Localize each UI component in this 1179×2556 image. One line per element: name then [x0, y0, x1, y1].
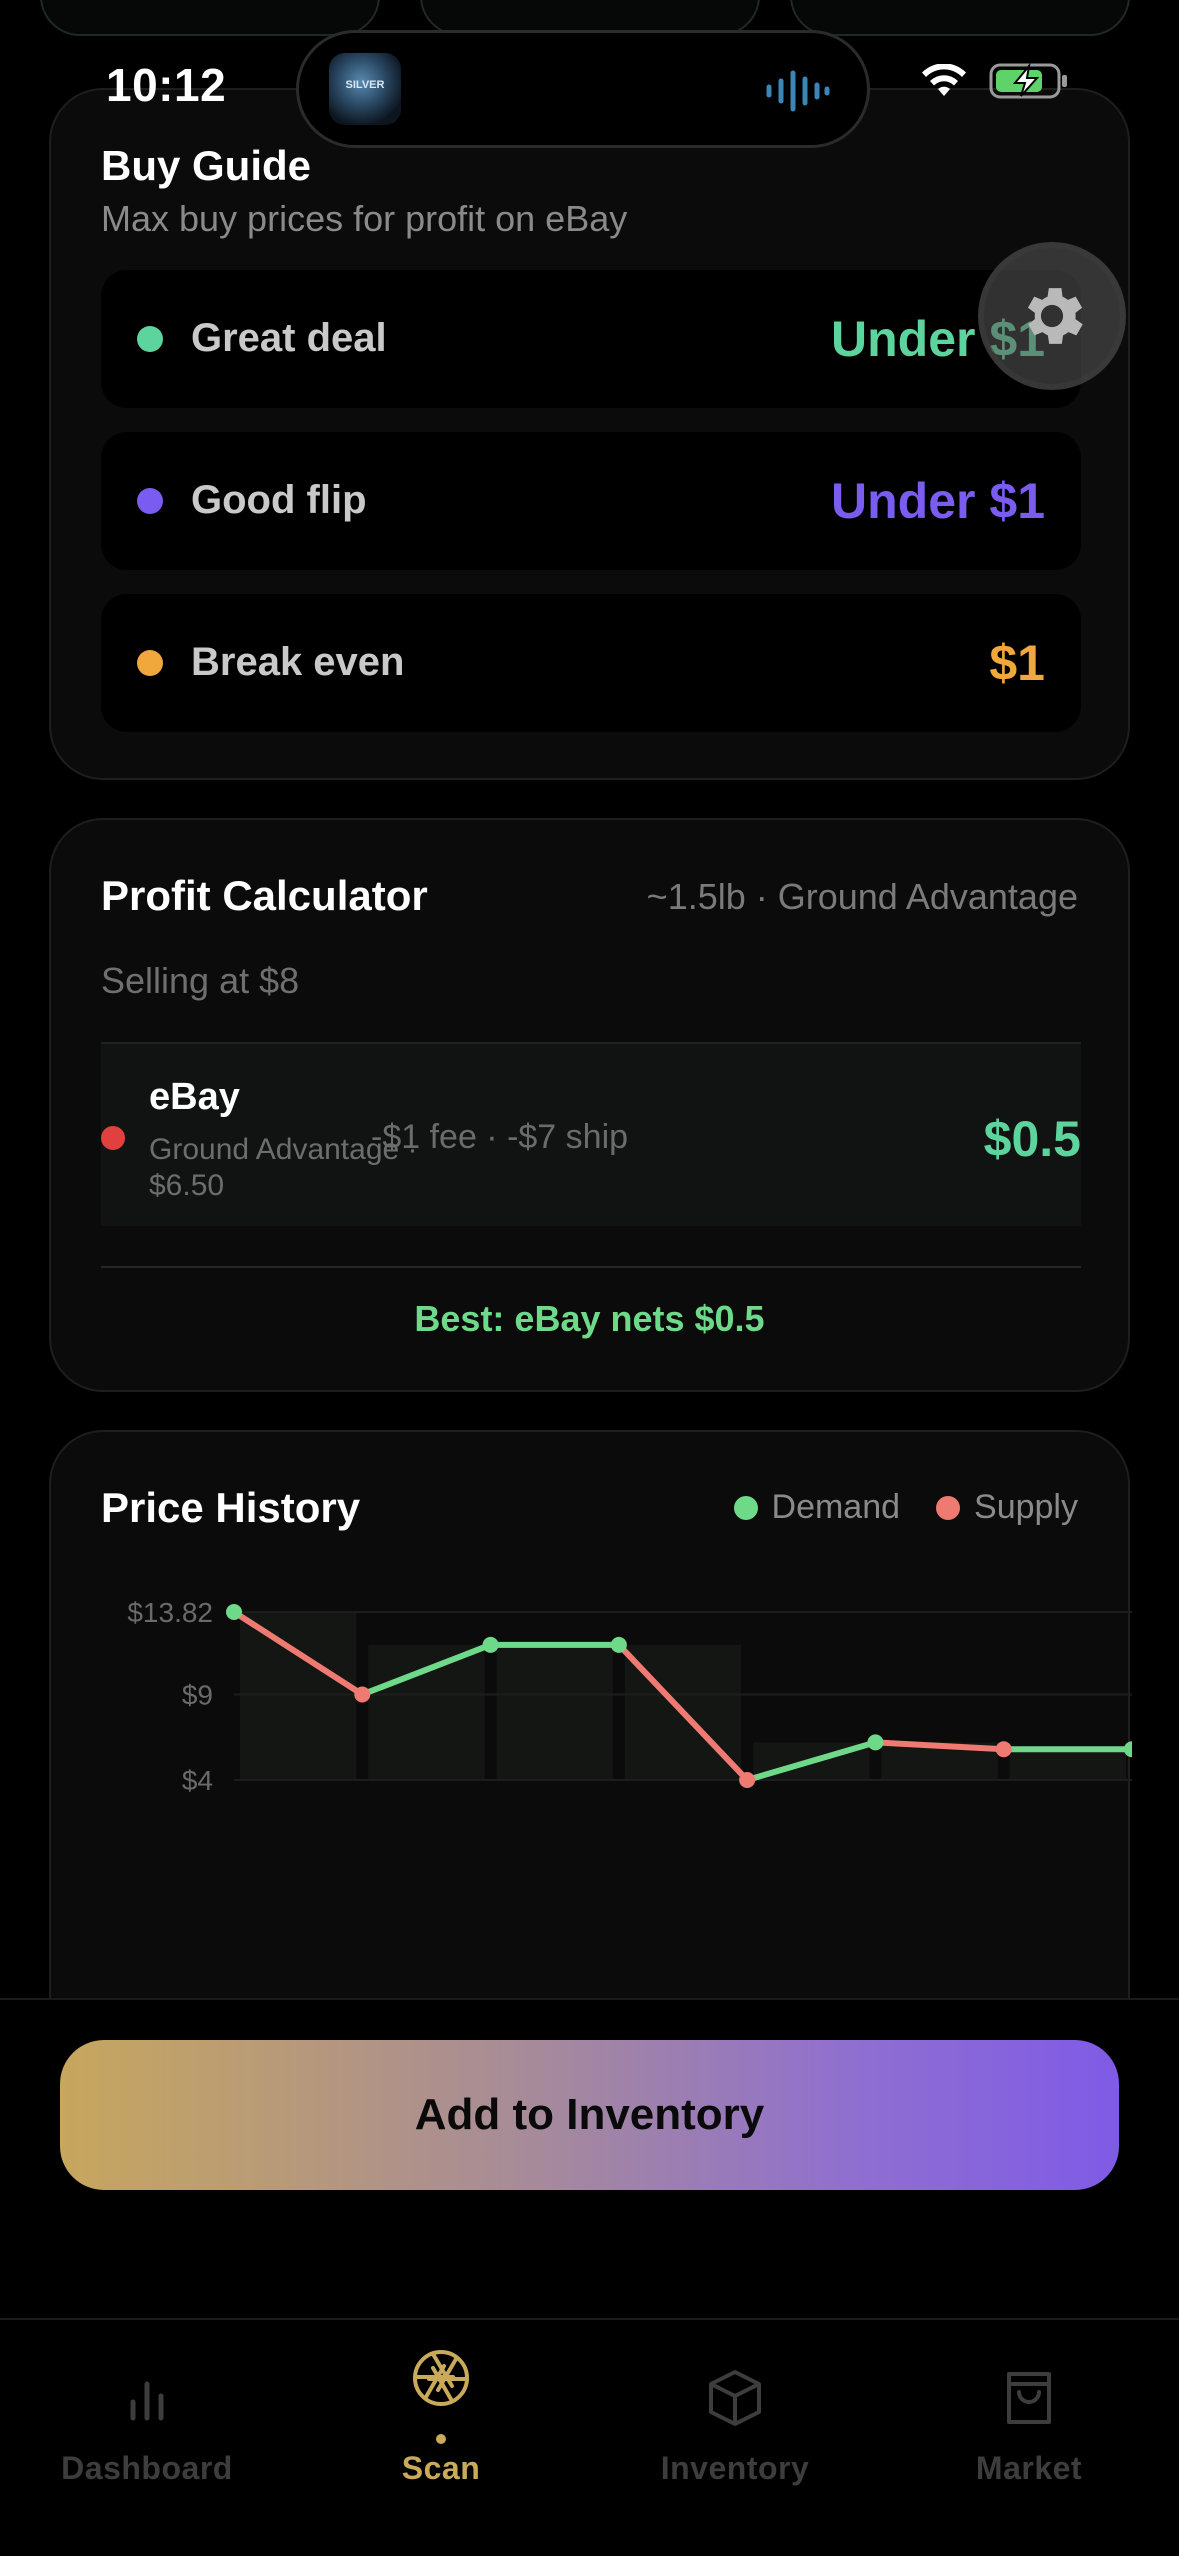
legend-dot: [936, 1495, 961, 1520]
tab-bar: Dashboard Scan Inventory Market: [0, 2318, 1179, 2556]
platform-row-ebay[interactable]: eBay Ground Advantage · $6.50 -$1 fee · …: [101, 1042, 1081, 1226]
bar-chart-icon: [130, 2381, 164, 2421]
tab-dashboard[interactable]: Dashboard: [0, 2320, 294, 2556]
tab-inventory[interactable]: Inventory: [588, 2320, 882, 2556]
previous-card-1: [40, 0, 380, 36]
dynamic-island[interactable]: SILVER: [296, 30, 870, 148]
legend-label: Supply: [974, 1488, 1078, 1526]
tier-break-even: Break even $1: [101, 594, 1081, 732]
buy-guide-subtitle: Max buy prices for profit on eBay: [101, 198, 628, 239]
shipping-meta: ~1.5lb · Ground Advantage: [646, 876, 1078, 917]
y-tick-label: $9: [182, 1679, 213, 1710]
tier-label: Great deal: [191, 316, 387, 360]
chart-legend: Demand Supply: [733, 1488, 1078, 1527]
y-tick-label: $4: [182, 1765, 213, 1796]
tab-label: Scan: [401, 2450, 481, 2486]
data-point[interactable]: [610, 1636, 627, 1653]
gear-icon: [1027, 288, 1083, 344]
active-indicator-dot: [436, 2434, 446, 2444]
platform-name: eBay: [149, 1076, 240, 1118]
data-point[interactable]: [482, 1636, 499, 1653]
data-point[interactable]: [867, 1734, 884, 1751]
tab-market[interactable]: Market: [882, 2320, 1176, 2556]
volume-bar: [496, 1644, 613, 1780]
previous-card-3: [790, 0, 1130, 36]
divider: [101, 1266, 1081, 1268]
tab-label: Dashboard: [61, 2450, 233, 2486]
platform-dot: [101, 1126, 125, 1150]
shopping-bag-icon: [1007, 2372, 1051, 2424]
add-to-inventory-button[interactable]: Add to Inventory: [60, 2040, 1119, 2190]
profit-calculator-card: Profit Calculator ~1.5lb · Ground Advant…: [49, 818, 1130, 1392]
wifi-icon: [922, 64, 966, 96]
profit-calculator-title: Profit Calculator: [101, 872, 428, 919]
best-platform-summary: Best: eBay nets $0.5: [414, 1298, 765, 1339]
app-icon: SILVER: [329, 53, 401, 125]
y-tick-label: $13.82: [127, 1597, 213, 1628]
tier-label: Good flip: [191, 478, 367, 522]
tier-label: Break even: [191, 640, 405, 684]
volume-bar: [368, 1644, 485, 1780]
box-icon: [709, 2370, 761, 2426]
tier-good-flip: Good flip Under $1: [101, 432, 1081, 570]
cta-area: Add to Inventory: [0, 1998, 1179, 2318]
volume-bar: [240, 1612, 357, 1780]
data-point[interactable]: [995, 1741, 1012, 1758]
buy-guide-title: Buy Guide: [101, 142, 312, 189]
data-point[interactable]: [354, 1686, 371, 1703]
aperture-icon: [413, 2350, 469, 2406]
data-point[interactable]: [226, 1604, 242, 1620]
tier-dot: [137, 650, 163, 676]
legend-dot: [733, 1495, 758, 1520]
legend-label: Demand: [771, 1488, 901, 1526]
battery-charging-icon: [989, 62, 1067, 99]
volume-bar: [1009, 1749, 1126, 1780]
fees-breakdown: -$1 fee · -$7 ship: [371, 1118, 629, 1156]
tier-price: Under $1: [831, 473, 1045, 529]
tab-scan[interactable]: Scan: [294, 2320, 588, 2556]
price-history-card: Price History Demand Supply $13.82 $9 $4: [49, 1430, 1132, 2070]
data-point[interactable]: [739, 1772, 756, 1788]
net-profit: $0.5: [983, 1111, 1081, 1167]
buy-guide-card: Buy Guide Max buy prices for profit on e…: [49, 88, 1130, 780]
price-history-title: Price History: [101, 1484, 361, 1531]
tier-price: $1: [989, 635, 1045, 691]
status-icons: [921, 62, 1069, 100]
legend-demand[interactable]: Demand: [733, 1488, 901, 1527]
tier-dot: [137, 326, 163, 352]
settings-floating-button[interactable]: [978, 242, 1126, 390]
legend-supply[interactable]: Supply: [936, 1488, 1078, 1527]
selling-price: Selling at $8: [101, 960, 300, 1001]
tab-label: Market: [975, 2450, 1083, 2486]
island-app-label: SILVER: [345, 79, 385, 91]
tab-label: Inventory: [660, 2450, 810, 2486]
audio-wave-icon: [766, 70, 830, 112]
price-history-chart[interactable]: $13.82 $9 $4: [51, 1582, 1132, 1822]
tier-great-deal: Great deal Under $1: [101, 270, 1081, 408]
screen: Buy Guide Max buy prices for profit on e…: [0, 0, 1179, 2556]
status-time: 10:12: [106, 59, 227, 111]
tier-dot: [137, 488, 163, 514]
